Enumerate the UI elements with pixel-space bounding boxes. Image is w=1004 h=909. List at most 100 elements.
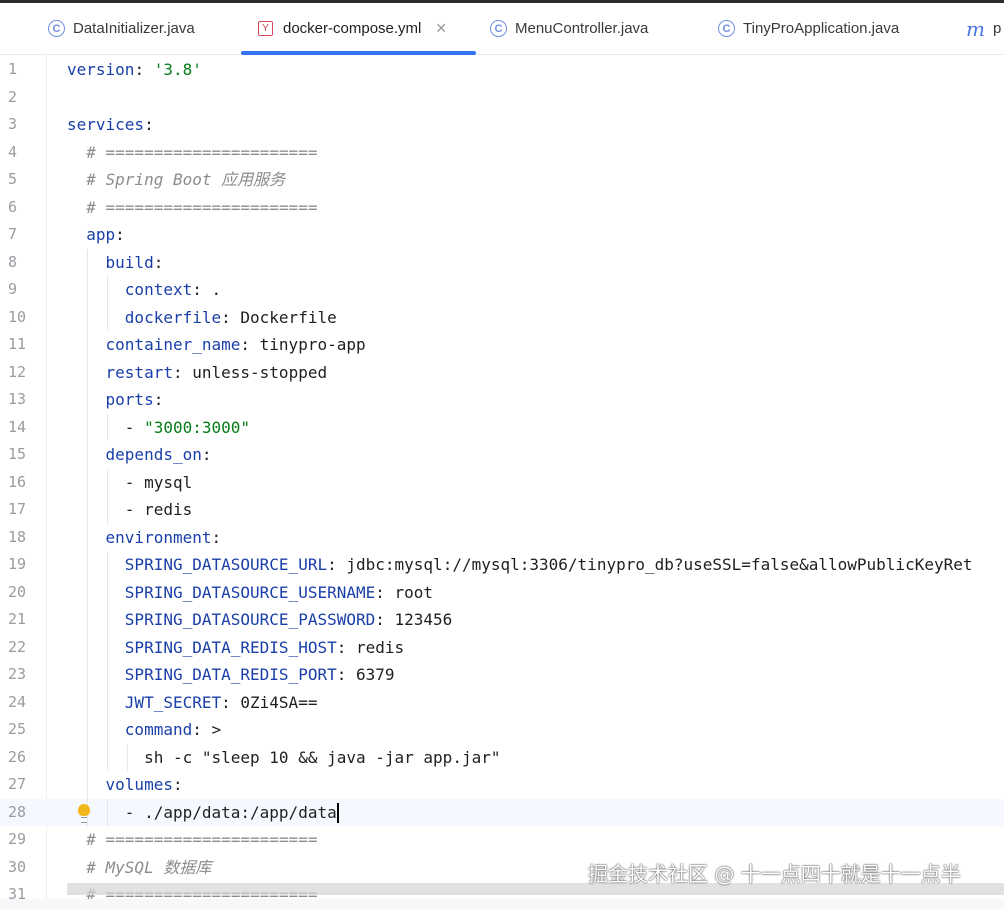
code-line: 5 # Spring Boot 应用服务 xyxy=(0,166,1004,194)
yaml-comment: # ====================== xyxy=(67,142,318,162)
yaml-value: : jdbc:mysql://mysql:3306/tinypro_db?use… xyxy=(327,555,973,574)
code-line: 29 # ====================== xyxy=(0,826,1004,854)
code-text: restart: unless-stopped xyxy=(67,359,328,387)
yaml-key: JWT_SECRET xyxy=(67,692,222,712)
code-text: sh -c "sleep 10 && java -jar app.jar" xyxy=(67,744,500,772)
line-number: 6 xyxy=(8,197,18,216)
code-line: 20 SPRING_DATASOURCE_USERNAME: root xyxy=(0,578,1004,607)
code-line: 12 restart: unless-stopped xyxy=(0,358,1004,387)
editor-tab-bar: C DataInitializer.java Ydocker-compose.yml… xyxy=(0,3,1004,55)
run-class-icon: C xyxy=(718,20,735,37)
code-text: environment: xyxy=(67,524,222,552)
code-text: SPRING_DATASOURCE_URL: jdbc:mysql://mysq… xyxy=(67,551,973,579)
yaml-string: '3.8' xyxy=(153,60,202,79)
code-line: 2 xyxy=(0,84,1004,112)
tab-label: TinyProApplication.java xyxy=(743,20,900,37)
code-line: 6 # ====================== xyxy=(0,194,1004,222)
line-number: 13 xyxy=(8,390,27,408)
yaml-comment: # ====================== xyxy=(67,197,318,217)
yaml-value: - ./app/data:/app/data xyxy=(67,802,337,822)
line-number: 10 xyxy=(8,307,27,326)
yaml-comment: # MySQL 数据库 xyxy=(67,857,212,877)
code-line: 3 services: xyxy=(0,111,1004,139)
code-text: - ./app/data:/app/data xyxy=(67,799,339,827)
tab-tinyproapplication-java[interactable]: C TinyProApplication.java xyxy=(718,3,899,54)
line-number: 1 xyxy=(8,60,18,78)
tab-label: MenuController.java xyxy=(515,20,649,37)
code-text: # MySQL 数据库 xyxy=(67,854,211,882)
code-text: - "3000:3000" xyxy=(67,414,250,442)
yaml-value: - mysql xyxy=(67,472,193,492)
yaml-value: - redis xyxy=(67,500,193,519)
yaml-key: context xyxy=(67,280,193,299)
yaml-key: SPRING_DATA_REDIS_HOST xyxy=(67,637,337,657)
line-number: 3 xyxy=(8,115,18,133)
yaml-value: : tinypro-app xyxy=(240,335,366,354)
code-text: depends_on: xyxy=(67,441,212,469)
line-number: 8 xyxy=(8,252,18,271)
text-caret xyxy=(336,803,339,823)
line-number: 4 xyxy=(8,142,18,161)
code-line: 9 context: . xyxy=(0,276,1004,304)
yaml-value: : 123456 xyxy=(375,610,453,629)
line-number: 18 xyxy=(8,527,27,546)
line-number: 12 xyxy=(8,362,27,381)
yaml-value: : xyxy=(134,60,154,79)
code-line: 21 SPRING_DATASOURCE_PASSWORD: 123456 xyxy=(0,606,1004,634)
code-line: 15 depends_on: xyxy=(0,441,1004,469)
class-icon: C xyxy=(490,20,507,37)
line-number: 29 xyxy=(8,830,27,848)
yaml-key: dockerfile xyxy=(67,307,222,327)
close-tab-icon[interactable]: ✕ xyxy=(435,20,447,37)
code-editor[interactable]: 1 version: '3.8' 2 3 services: 4 # ==========… xyxy=(0,55,1004,899)
yaml-key: command xyxy=(67,720,193,739)
code-text: # ====================== xyxy=(67,139,317,167)
code-line: 13 ports: xyxy=(0,386,1004,414)
yaml-value: : xyxy=(115,225,125,244)
code-text: command: > xyxy=(67,716,221,744)
tab-menucontroller-java[interactable]: C MenuController.java xyxy=(490,3,648,54)
tab-p[interactable]: mp xyxy=(966,3,1001,54)
yaml-key: volumes xyxy=(67,775,173,794)
yaml-key: services xyxy=(67,115,145,134)
line-number: 16 xyxy=(8,472,27,491)
line-number: 28 xyxy=(8,802,27,821)
yaml-key: SPRING_DATASOURCE_URL xyxy=(67,555,328,574)
yaml-value: : . xyxy=(192,280,222,299)
line-number: 27 xyxy=(8,775,27,793)
code-text: SPRING_DATA_REDIS_PORT: 6379 xyxy=(67,661,395,689)
code-line: 22 SPRING_DATA_REDIS_HOST: redis xyxy=(0,633,1004,662)
code-line: 19 SPRING_DATASOURCE_URL: jdbc:mysql://m… xyxy=(0,551,1004,579)
code-line: 23 SPRING_DATA_REDIS_PORT: 6379 xyxy=(0,661,1004,689)
yaml-value: sh -c "sleep 10 && java -jar app.jar" xyxy=(67,747,501,767)
code-line: 1 version: '3.8' xyxy=(0,56,1004,84)
line-number: 19 xyxy=(8,555,27,573)
code-text: # ====================== xyxy=(67,826,317,854)
yaml-key: SPRING_DATA_REDIS_PORT xyxy=(67,665,337,684)
line-number: 26 xyxy=(8,747,27,766)
code-line: 16 - mysql xyxy=(0,468,1004,496)
yaml-key: environment xyxy=(67,527,212,547)
code-text: ports: xyxy=(67,386,164,414)
tab-label: p xyxy=(992,20,1002,37)
code-line: 18 environment: xyxy=(0,523,1004,552)
code-text: SPRING_DATA_REDIS_HOST: redis xyxy=(67,634,404,662)
code-line: 25 command: > xyxy=(0,716,1004,744)
tab-label: DataInitializer.java xyxy=(73,20,195,37)
yaml-value: : xyxy=(144,115,154,134)
code-text: # Spring Boot 应用服务 xyxy=(67,166,285,194)
code-line: 4 # ====================== xyxy=(0,139,1004,167)
tab-datainitializer-java[interactable]: C DataInitializer.java xyxy=(48,3,195,54)
yaml-key: restart xyxy=(67,362,173,382)
yaml-key: app xyxy=(67,225,116,244)
line-number: 25 xyxy=(8,720,27,738)
yaml-value: : xyxy=(201,445,212,464)
yaml-value: : xyxy=(153,252,164,272)
line-number: 14 xyxy=(8,417,27,436)
code-text: SPRING_DATASOURCE_USERNAME: root xyxy=(67,579,433,607)
yaml-value: - xyxy=(67,417,145,437)
line-number: 22 xyxy=(8,637,27,656)
tab-docker-compose-yml[interactable]: Ydocker-compose.yml ✕ xyxy=(258,3,447,54)
code-text: app: xyxy=(67,221,125,249)
code-text: build: xyxy=(67,249,164,277)
